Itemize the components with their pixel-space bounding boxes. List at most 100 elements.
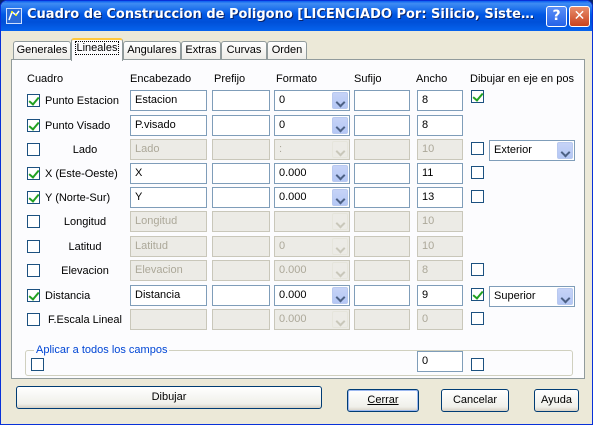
header-dibujar: Dibujar en eje en pos: [470, 73, 574, 85]
ancho-input[interactable]: 9: [417, 285, 463, 306]
sufijo-input[interactable]: [354, 236, 410, 257]
formato-select[interactable]: 0.000: [274, 187, 350, 208]
chevron-down-icon[interactable]: [332, 165, 348, 182]
ancho-input[interactable]: 10: [417, 139, 463, 160]
eje-checkbox[interactable]: [471, 190, 484, 203]
tab-angulares[interactable]: Angulares: [123, 41, 181, 60]
chevron-down-icon[interactable]: [332, 262, 348, 279]
row-checkbox[interactable]: [27, 215, 40, 228]
formato-select[interactable]: 0: [274, 236, 350, 257]
encabezado-input[interactable]: X: [130, 163, 207, 184]
help-button[interactable]: ?: [546, 6, 567, 27]
sufijo-input[interactable]: [354, 187, 410, 208]
sufijo-input[interactable]: [354, 211, 410, 232]
tab-generales[interactable]: Generales: [13, 41, 71, 60]
tab-lineales[interactable]: Lineales: [71, 38, 123, 61]
sufijo-input[interactable]: [354, 285, 410, 306]
ancho-input[interactable]: 10: [417, 211, 463, 232]
apply-all-ancho-input[interactable]: 0: [417, 351, 463, 372]
row-checkbox[interactable]: [27, 240, 40, 253]
eje-checkbox[interactable]: [471, 90, 484, 103]
ancho-input[interactable]: 8: [417, 115, 463, 136]
eje-checkbox[interactable]: [471, 166, 484, 179]
ancho-input[interactable]: 8: [417, 90, 463, 111]
sufijo-input[interactable]: [354, 90, 410, 111]
prefijo-input[interactable]: [212, 260, 270, 281]
chevron-down-icon[interactable]: [332, 117, 348, 134]
chevron-down-icon[interactable]: [332, 213, 348, 230]
prefijo-input[interactable]: [212, 163, 270, 184]
formato-select[interactable]: [274, 211, 350, 232]
chevron-down-icon[interactable]: [332, 238, 348, 255]
ancho-input[interactable]: 13: [417, 187, 463, 208]
formato-select[interactable]: 0.000: [274, 260, 350, 281]
row-checkbox[interactable]: [27, 289, 40, 302]
eje-checkbox[interactable]: [471, 312, 484, 325]
eje-checkbox[interactable]: [471, 263, 484, 276]
cancelar-button[interactable]: Cancelar: [441, 389, 509, 412]
formato-value: 0: [279, 94, 286, 106]
prefijo-input[interactable]: [212, 285, 270, 306]
row-checkbox[interactable]: [27, 264, 40, 277]
chevron-down-icon[interactable]: [557, 142, 573, 159]
formato-select[interactable]: 0.000: [274, 285, 350, 306]
sufijo-input[interactable]: [354, 163, 410, 184]
posicion-select[interactable]: Exterior: [489, 140, 575, 161]
cerrar-button[interactable]: Cerrar: [347, 389, 419, 412]
prefijo-input[interactable]: [212, 187, 270, 208]
ayuda-button[interactable]: Ayuda: [534, 389, 579, 412]
row-checkbox[interactable]: [27, 94, 40, 107]
title-bar[interactable]: Cuadro de Construccion de Poligono [LICE…: [1, 1, 592, 31]
ancho-input[interactable]: 8: [417, 260, 463, 281]
encabezado-input[interactable]: Elevacion: [130, 260, 207, 281]
prefijo-input[interactable]: [212, 211, 270, 232]
encabezado-input[interactable]: Distancia: [130, 285, 207, 306]
row-checkbox[interactable]: [27, 191, 40, 204]
row-checkbox[interactable]: [27, 167, 40, 180]
ancho-input[interactable]: 11: [417, 163, 463, 184]
sufijo-input[interactable]: [354, 139, 410, 160]
encabezado-input[interactable]: Estacion: [130, 90, 207, 111]
apply-all-eje-checkbox[interactable]: [471, 358, 484, 371]
chevron-down-icon[interactable]: [332, 287, 348, 304]
chevron-down-icon[interactable]: [557, 288, 573, 305]
formato-select[interactable]: 0: [274, 90, 350, 111]
encabezado-input[interactable]: Y: [130, 187, 207, 208]
chevron-down-icon[interactable]: [332, 92, 348, 109]
prefijo-input[interactable]: [212, 309, 270, 330]
encabezado-input[interactable]: P.visado: [130, 115, 207, 136]
sufijo-input[interactable]: [354, 260, 410, 281]
formato-select[interactable]: :: [274, 139, 350, 160]
tab-curvas[interactable]: Curvas: [221, 41, 267, 60]
tab-extras[interactable]: Extras: [181, 41, 221, 60]
chevron-down-icon[interactable]: [332, 141, 348, 158]
row-checkbox[interactable]: [27, 143, 40, 156]
sufijo-input[interactable]: [354, 115, 410, 136]
encabezado-input[interactable]: [130, 309, 207, 330]
close-button[interactable]: ✕: [569, 6, 590, 27]
formato-select[interactable]: 0: [274, 115, 350, 136]
dibujar-button[interactable]: Dibujar: [16, 386, 322, 409]
prefijo-input[interactable]: [212, 236, 270, 257]
apply-all-checkbox[interactable]: [31, 358, 44, 371]
row-checkbox[interactable]: [27, 119, 40, 132]
encabezado-input[interactable]: Latitud: [130, 236, 207, 257]
prefijo-input[interactable]: [212, 90, 270, 111]
formato-select[interactable]: 0.000: [274, 163, 350, 184]
eje-checkbox[interactable]: [471, 288, 484, 301]
sufijo-input[interactable]: [354, 309, 410, 330]
prefijo-input[interactable]: [212, 139, 270, 160]
chevron-down-icon[interactable]: [332, 189, 348, 206]
row-label: Elevacion: [61, 265, 109, 277]
row-checkbox[interactable]: [27, 313, 40, 326]
prefijo-input[interactable]: [212, 115, 270, 136]
posicion-select[interactable]: Superior: [489, 286, 575, 307]
eje-checkbox[interactable]: [471, 142, 484, 155]
ancho-input[interactable]: 10: [417, 236, 463, 257]
tab-orden[interactable]: Orden: [267, 41, 307, 60]
encabezado-input[interactable]: Lado: [130, 139, 207, 160]
chevron-down-icon[interactable]: [332, 311, 348, 328]
ancho-input[interactable]: 0: [417, 309, 463, 330]
formato-select[interactable]: 0.000: [274, 309, 350, 330]
encabezado-input[interactable]: Longitud: [130, 211, 207, 232]
